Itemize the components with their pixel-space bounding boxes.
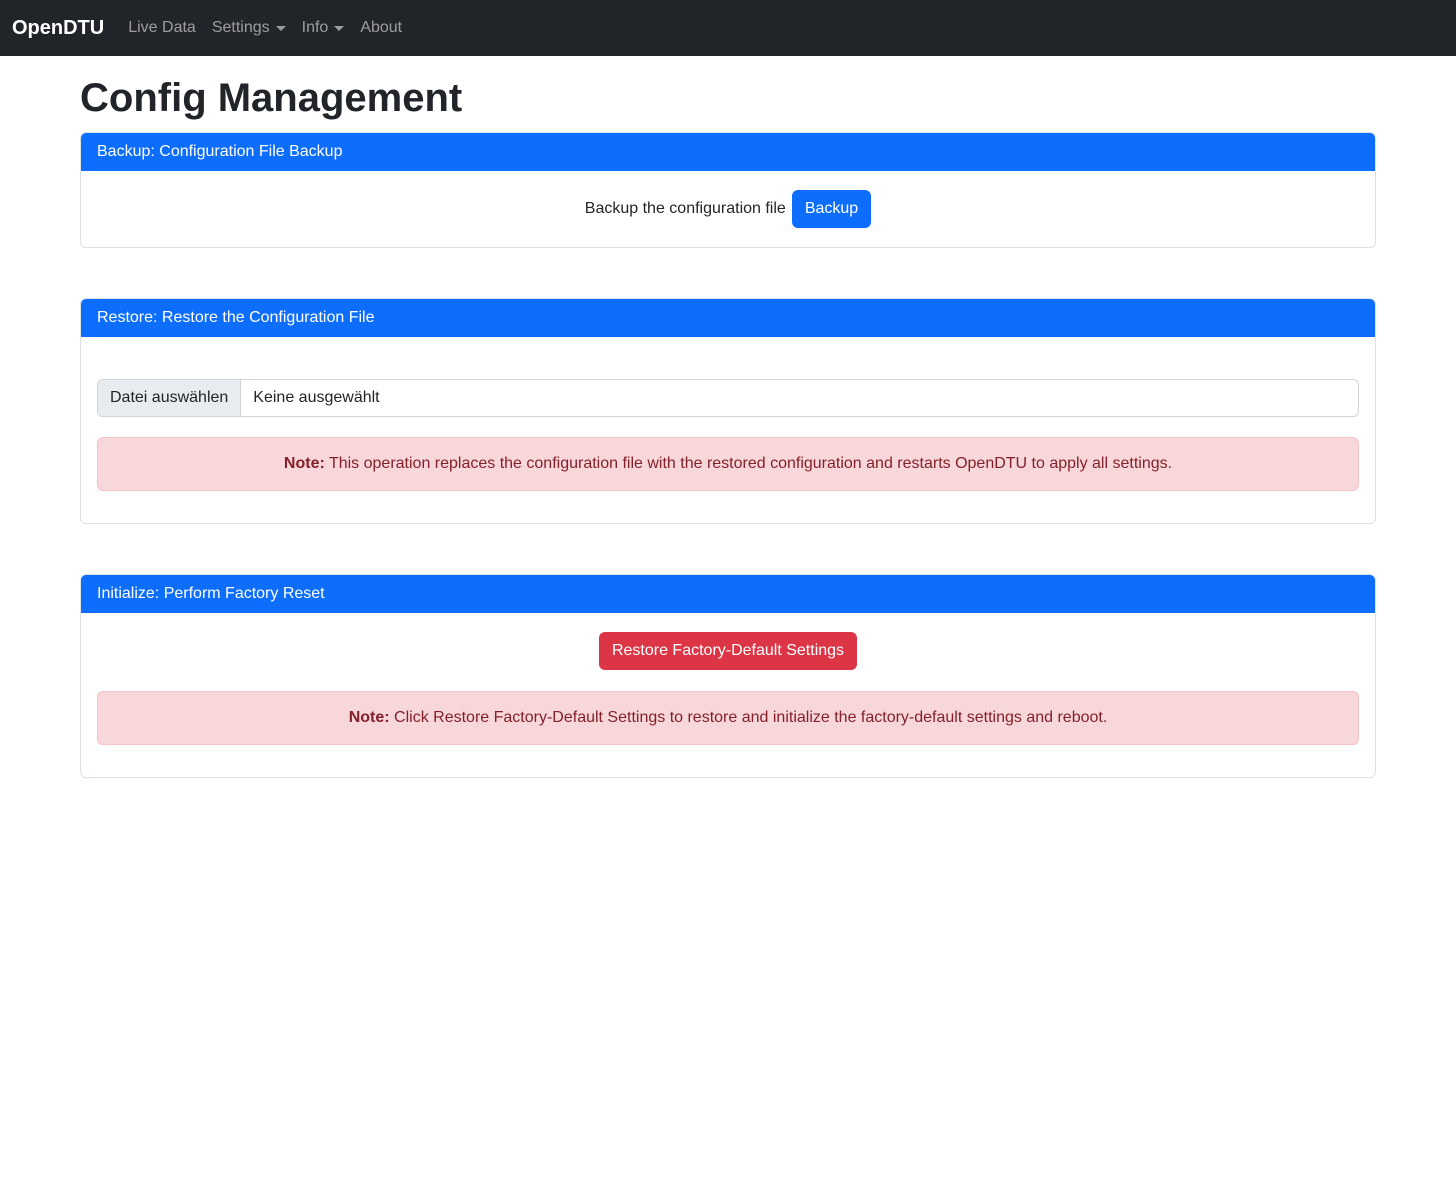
factory-reset-row: Restore Factory-Default Settings <box>97 632 1359 670</box>
restore-card-body: Datei auswählen Keine ausgewählt Note: T… <box>81 337 1375 523</box>
backup-card-body: Backup the configuration file Backup <box>81 171 1375 247</box>
nav-item-label: Info <box>302 16 329 40</box>
initialize-card-header: Initialize: Perform Factory Reset <box>81 575 1375 613</box>
nav-item-live-data[interactable]: Live Data <box>120 8 204 48</box>
restore-file-input[interactable]: Datei auswählen Keine ausgewählt <box>97 379 1359 417</box>
chevron-down-icon <box>276 26 286 31</box>
chevron-down-icon <box>334 26 344 31</box>
nav-item-settings[interactable]: Settings <box>204 8 294 48</box>
brand-opendtu[interactable]: OpenDTU <box>12 13 104 43</box>
nav-item-label: Settings <box>212 16 270 40</box>
backup-card: Backup: Configuration File Backup Backup… <box>80 132 1376 248</box>
initialize-card: Initialize: Perform Factory Reset Restor… <box>80 574 1376 778</box>
page-title: Config Management <box>80 74 1376 122</box>
restore-card-header: Restore: Restore the Configuration File <box>81 299 1375 337</box>
main-container: Config Management Backup: Configuration … <box>68 74 1388 778</box>
file-chosen-status: Keine ausgewählt <box>241 380 379 416</box>
backup-button[interactable]: Backup <box>792 190 871 228</box>
backup-row: Backup the configuration file Backup <box>97 187 1359 231</box>
top-navbar: OpenDTU Live Data Settings Info About <box>0 0 1456 56</box>
initialize-note-alert: Note: Click Restore Factory-Default Sett… <box>97 691 1359 745</box>
backup-label: Backup the configuration file <box>585 197 786 221</box>
factory-reset-button[interactable]: Restore Factory-Default Settings <box>599 632 857 670</box>
nav-item-label: About <box>360 16 402 40</box>
note-text: Click Restore Factory-Default Settings t… <box>390 709 1108 726</box>
nav-item-label: Live Data <box>128 16 196 40</box>
backup-card-header: Backup: Configuration File Backup <box>81 133 1375 171</box>
nav-item-info[interactable]: Info <box>294 8 353 48</box>
nav-item-about[interactable]: About <box>352 8 410 48</box>
nav-menu: Live Data Settings Info About <box>120 8 410 48</box>
restore-card: Restore: Restore the Configuration File … <box>80 298 1376 524</box>
note-label: Note: <box>284 455 325 472</box>
note-text: This operation replaces the configuratio… <box>325 455 1172 472</box>
initialize-card-body: Restore Factory-Default Settings Note: C… <box>81 613 1375 777</box>
restore-note-alert: Note: This operation replaces the config… <box>97 437 1359 491</box>
choose-file-button[interactable]: Datei auswählen <box>98 380 241 416</box>
note-label: Note: <box>349 709 390 726</box>
